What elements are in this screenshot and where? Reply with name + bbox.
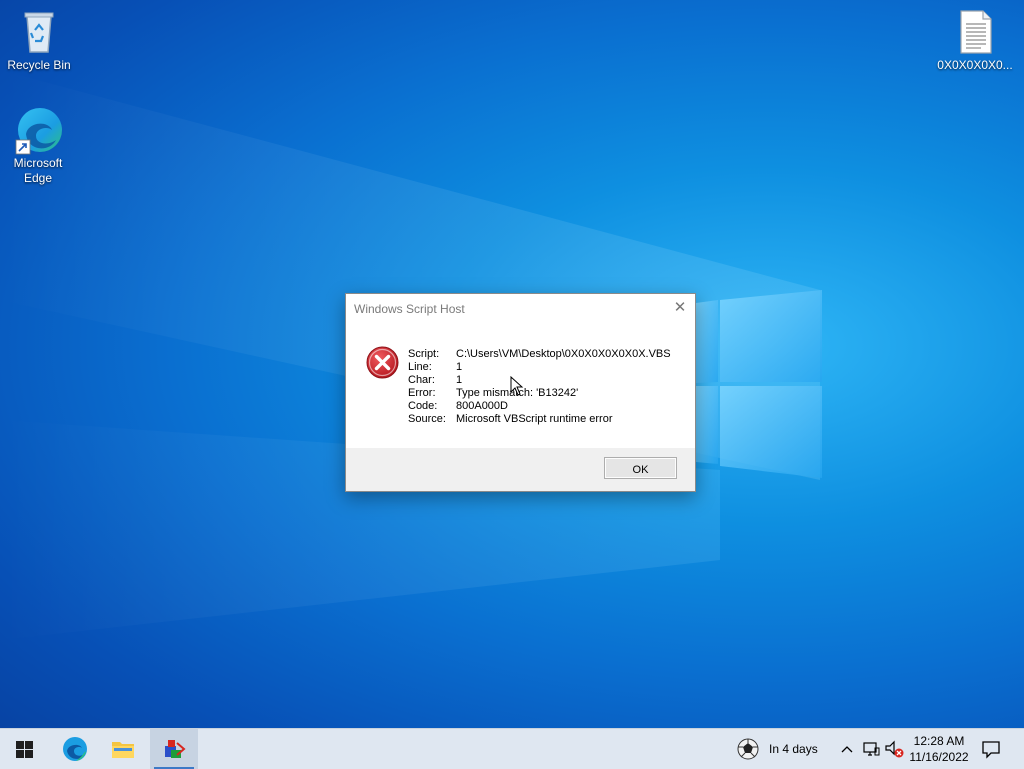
- dialog-title: Windows Script Host: [354, 302, 465, 316]
- volume-muted-icon[interactable]: [884, 739, 904, 759]
- detail-row-char: Char: 1: [408, 374, 671, 387]
- detail-key: Char:: [408, 374, 435, 386]
- taskbar: In 4 days 12:28 AM 11/16/2022: [0, 728, 1024, 769]
- detail-key: Script:: [408, 348, 440, 360]
- close-icon[interactable]: ✕: [671, 299, 689, 317]
- network-icon[interactable]: [862, 739, 880, 759]
- start-button[interactable]: [0, 729, 48, 769]
- mouse-cursor-icon: [510, 376, 524, 396]
- desktop-icon-recycle-bin[interactable]: Recycle Bin: [1, 8, 77, 73]
- detail-row-script: Script: C:\Users\VM\Desktop\0X0X0X0X0X0X…: [408, 348, 671, 361]
- detail-value: 1: [456, 361, 463, 373]
- detail-value: 1: [456, 374, 463, 386]
- taskbar-edge-button[interactable]: [51, 729, 99, 769]
- detail-key: Code:: [408, 400, 438, 412]
- ok-button[interactable]: OK: [604, 457, 677, 479]
- clock-date: 11/16/2022: [909, 750, 969, 764]
- detail-key: Error:: [408, 387, 436, 399]
- show-hidden-icons-chevron-icon[interactable]: [839, 739, 855, 759]
- windows-logo-icon: [15, 740, 33, 758]
- desktop-icon-label: Recycle Bin: [7, 58, 71, 72]
- desktop: Recycle Bin Microsoft Edge 0X0X0X0X0... …: [0, 0, 1024, 728]
- error-icon: [366, 346, 399, 379]
- clock[interactable]: 12:28 AM 11/16/2022: [906, 733, 972, 765]
- detail-key: Source:: [408, 413, 446, 425]
- detail-value: C:\Users\VM\Desktop\0X0X0X0X0X0X.VBS: [456, 348, 671, 360]
- error-details: Script: C:\Users\VM\Desktop\0X0X0X0X0X0X…: [408, 348, 671, 426]
- text-file-icon: [951, 8, 999, 56]
- weather-text[interactable]: In 4 days: [769, 742, 818, 756]
- dialog-footer: OK: [346, 448, 695, 491]
- weather-icon: [737, 738, 759, 760]
- desktop-icon-label: Microsoft Edge: [13, 156, 63, 185]
- detail-row-line: Line: 1: [408, 361, 671, 374]
- desktop-icon-vbs-file[interactable]: 0X0X0X0X0...: [936, 8, 1014, 73]
- desktop-icon-microsoft-edge[interactable]: Microsoft Edge: [0, 106, 76, 186]
- detail-value: Microsoft VBScript runtime error: [456, 413, 613, 425]
- script-host-icon: [165, 740, 186, 758]
- detail-row-error: Error: Type mismatch: 'B13242': [408, 387, 671, 400]
- taskbar-script-host-button[interactable]: [150, 729, 198, 769]
- detail-value: 800A000D: [456, 400, 508, 412]
- edge-icon: [63, 737, 87, 761]
- clock-time: 12:28 AM: [913, 734, 965, 748]
- desktop-icon-label: 0X0X0X0X0...: [937, 58, 1013, 72]
- edge-icon: [14, 106, 62, 155]
- detail-key: Line:: [408, 361, 432, 373]
- detail-row-source: Source: Microsoft VBScript runtime error: [408, 413, 671, 426]
- recycle-bin-icon: [15, 8, 63, 56]
- notification-center-icon[interactable]: [980, 738, 1002, 760]
- taskbar-file-explorer-button[interactable]: [99, 729, 147, 769]
- detail-row-code: Code: 800A000D: [408, 400, 671, 413]
- folder-icon: [112, 742, 134, 758]
